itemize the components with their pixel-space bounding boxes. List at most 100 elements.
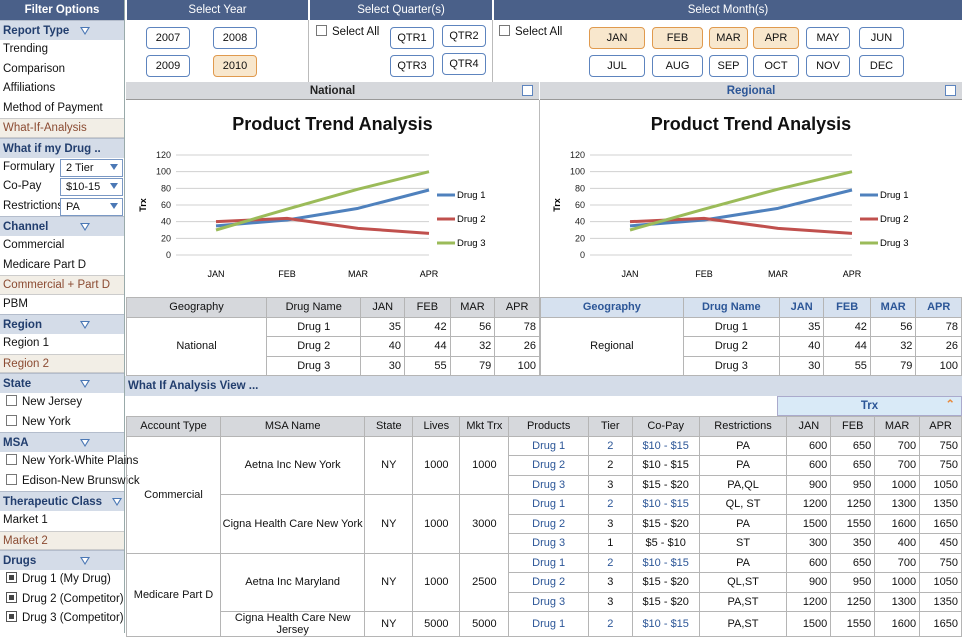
column-header[interactable]: MAR bbox=[449, 297, 496, 318]
month-may-button[interactable]: MAY bbox=[806, 27, 850, 49]
checkbox[interactable] bbox=[6, 473, 17, 485]
checkbox[interactable] bbox=[6, 395, 17, 406]
column-header[interactable]: FEB bbox=[830, 416, 876, 437]
column-header[interactable]: Drug Name bbox=[266, 297, 362, 318]
trx-value-cell: 1350 bbox=[919, 591, 962, 612]
checkbox[interactable] bbox=[499, 25, 510, 36]
qtr1-button[interactable]: QTR1 bbox=[390, 27, 434, 49]
report-type-method-of-payment[interactable]: Method of Payment bbox=[0, 99, 124, 119]
channel-commercial-part-d[interactable]: Commercial + Part D bbox=[0, 275, 124, 295]
market-2[interactable]: Market 2 bbox=[0, 530, 124, 550]
column-header[interactable]: JAN bbox=[360, 297, 406, 318]
month-select-all[interactable]: Select All bbox=[499, 25, 562, 38]
column-header[interactable]: Co-Pay bbox=[631, 416, 700, 437]
region-1[interactable]: Region 1 bbox=[0, 334, 124, 354]
filter-icon[interactable] bbox=[80, 27, 90, 35]
month-sep-button[interactable]: SEP bbox=[709, 55, 748, 77]
year-2009-button[interactable]: 2009 bbox=[146, 55, 190, 77]
month-aug-button[interactable]: AUG bbox=[652, 55, 703, 77]
quarter-select-all[interactable]: Select All bbox=[316, 25, 379, 38]
msa-edison[interactable]: Edison-New Brunswick bbox=[0, 472, 140, 492]
month-apr-button[interactable]: APR bbox=[753, 27, 799, 49]
formulary-dropdown[interactable]: 2 Tier bbox=[60, 158, 123, 177]
month-nov-button[interactable]: NOV bbox=[806, 55, 850, 77]
report-type-header[interactable]: Report Type bbox=[0, 20, 124, 40]
checkbox-checked[interactable] bbox=[6, 572, 17, 583]
market-1[interactable]: Market 1 bbox=[0, 511, 124, 531]
filter-icon[interactable] bbox=[80, 439, 90, 447]
state-new-jersey[interactable]: New Jersey bbox=[0, 393, 124, 413]
drug-3-option[interactable]: Drug 3 (Competitor) bbox=[0, 609, 124, 629]
state-new-york[interactable]: New York bbox=[0, 413, 124, 433]
msa-ny-white-plains[interactable]: New York-White Plains bbox=[0, 452, 138, 472]
qtr2-button[interactable]: QTR2 bbox=[442, 25, 486, 47]
column-header[interactable]: APR bbox=[919, 416, 962, 437]
column-header[interactable]: APR bbox=[915, 297, 962, 318]
what-if-header: What if my Drug .. bbox=[0, 137, 124, 158]
year-2007-button[interactable]: 2007 bbox=[146, 27, 190, 49]
expand-checkbox[interactable] bbox=[522, 85, 533, 96]
expand-checkbox[interactable] bbox=[945, 85, 956, 96]
month-jan-button[interactable]: JAN bbox=[589, 27, 645, 49]
qtr3-button[interactable]: QTR3 bbox=[390, 55, 434, 77]
region-header[interactable]: Region bbox=[0, 314, 124, 334]
month-feb-button[interactable]: FEB bbox=[652, 27, 703, 49]
drug-2-option[interactable]: Drug 2 (Competitor) bbox=[0, 590, 124, 610]
copay-dropdown[interactable]: $10-15 bbox=[60, 178, 123, 196]
trx-value-cell: 300 bbox=[786, 533, 832, 554]
report-type-trending[interactable]: Trending bbox=[0, 40, 124, 60]
month-oct-button[interactable]: OCT bbox=[753, 55, 799, 77]
state-header[interactable]: State bbox=[0, 373, 124, 393]
month-dec-button[interactable]: DEC bbox=[859, 55, 904, 77]
column-header[interactable]: Products bbox=[508, 416, 589, 437]
state-label: State bbox=[3, 378, 32, 390]
column-header[interactable]: MAR bbox=[874, 416, 921, 437]
column-header[interactable]: MSA Name bbox=[220, 416, 366, 437]
column-header[interactable]: APR bbox=[494, 297, 540, 318]
column-header[interactable]: Geography bbox=[125, 297, 268, 318]
restrictions-dropdown[interactable]: PA bbox=[60, 197, 123, 216]
channel-header[interactable]: Channel bbox=[0, 216, 124, 236]
column-header[interactable]: JAN bbox=[778, 297, 825, 318]
month-jul-button[interactable]: JUL bbox=[589, 55, 645, 77]
drug-1-option[interactable]: Drug 1 (My Drug) bbox=[0, 570, 124, 590]
column-header[interactable]: Tier bbox=[587, 416, 633, 437]
column-header[interactable]: State bbox=[364, 416, 414, 437]
channel-pbm[interactable]: PBM bbox=[0, 295, 124, 315]
year-2010-button[interactable]: 2010 bbox=[213, 55, 257, 77]
filter-icon[interactable] bbox=[80, 223, 90, 231]
column-header[interactable]: Account Type bbox=[125, 416, 222, 437]
checkbox[interactable] bbox=[6, 414, 17, 426]
channel-medicare[interactable]: Medicare Part D bbox=[0, 256, 124, 276]
checkbox-checked[interactable] bbox=[6, 591, 17, 603]
column-header[interactable]: FEB bbox=[823, 297, 871, 318]
drugs-header[interactable]: Drugs bbox=[0, 550, 124, 570]
filter-icon[interactable] bbox=[80, 557, 90, 565]
report-type-affiliations[interactable]: Affiliations bbox=[0, 79, 124, 99]
column-header[interactable]: FEB bbox=[404, 297, 451, 318]
column-header[interactable]: JAN bbox=[786, 416, 832, 437]
therapeutic-header[interactable]: Therapeutic Class bbox=[0, 491, 124, 511]
column-header[interactable]: Mkt Trx bbox=[459, 416, 510, 437]
qtr4-button[interactable]: QTR4 bbox=[442, 53, 486, 75]
year-2008-button[interactable]: 2008 bbox=[213, 27, 257, 49]
filter-icon[interactable] bbox=[80, 321, 90, 329]
collapse-icon[interactable]: ⌃ bbox=[945, 396, 955, 415]
month-mar-button[interactable]: MAR bbox=[709, 27, 748, 49]
column-header[interactable]: Geography bbox=[540, 297, 684, 318]
column-header[interactable]: Lives bbox=[412, 416, 461, 437]
filter-icon[interactable] bbox=[112, 498, 122, 506]
report-type-comparison[interactable]: Comparison bbox=[0, 60, 124, 80]
msa-header[interactable]: MSA bbox=[0, 432, 124, 452]
checkbox-checked[interactable] bbox=[6, 611, 17, 622]
channel-commercial[interactable]: Commercial bbox=[0, 236, 124, 256]
checkbox[interactable] bbox=[6, 454, 17, 465]
report-type-what-if[interactable]: What-If-Analysis bbox=[0, 118, 124, 138]
column-header[interactable]: Drug Name bbox=[682, 297, 780, 318]
month-jun-button[interactable]: JUN bbox=[859, 27, 904, 49]
column-header[interactable]: MAR bbox=[869, 297, 917, 318]
column-header[interactable]: Restrictions bbox=[698, 416, 788, 437]
checkbox[interactable] bbox=[316, 25, 327, 36]
region-2[interactable]: Region 2 bbox=[0, 353, 124, 373]
filter-icon[interactable] bbox=[80, 380, 90, 388]
